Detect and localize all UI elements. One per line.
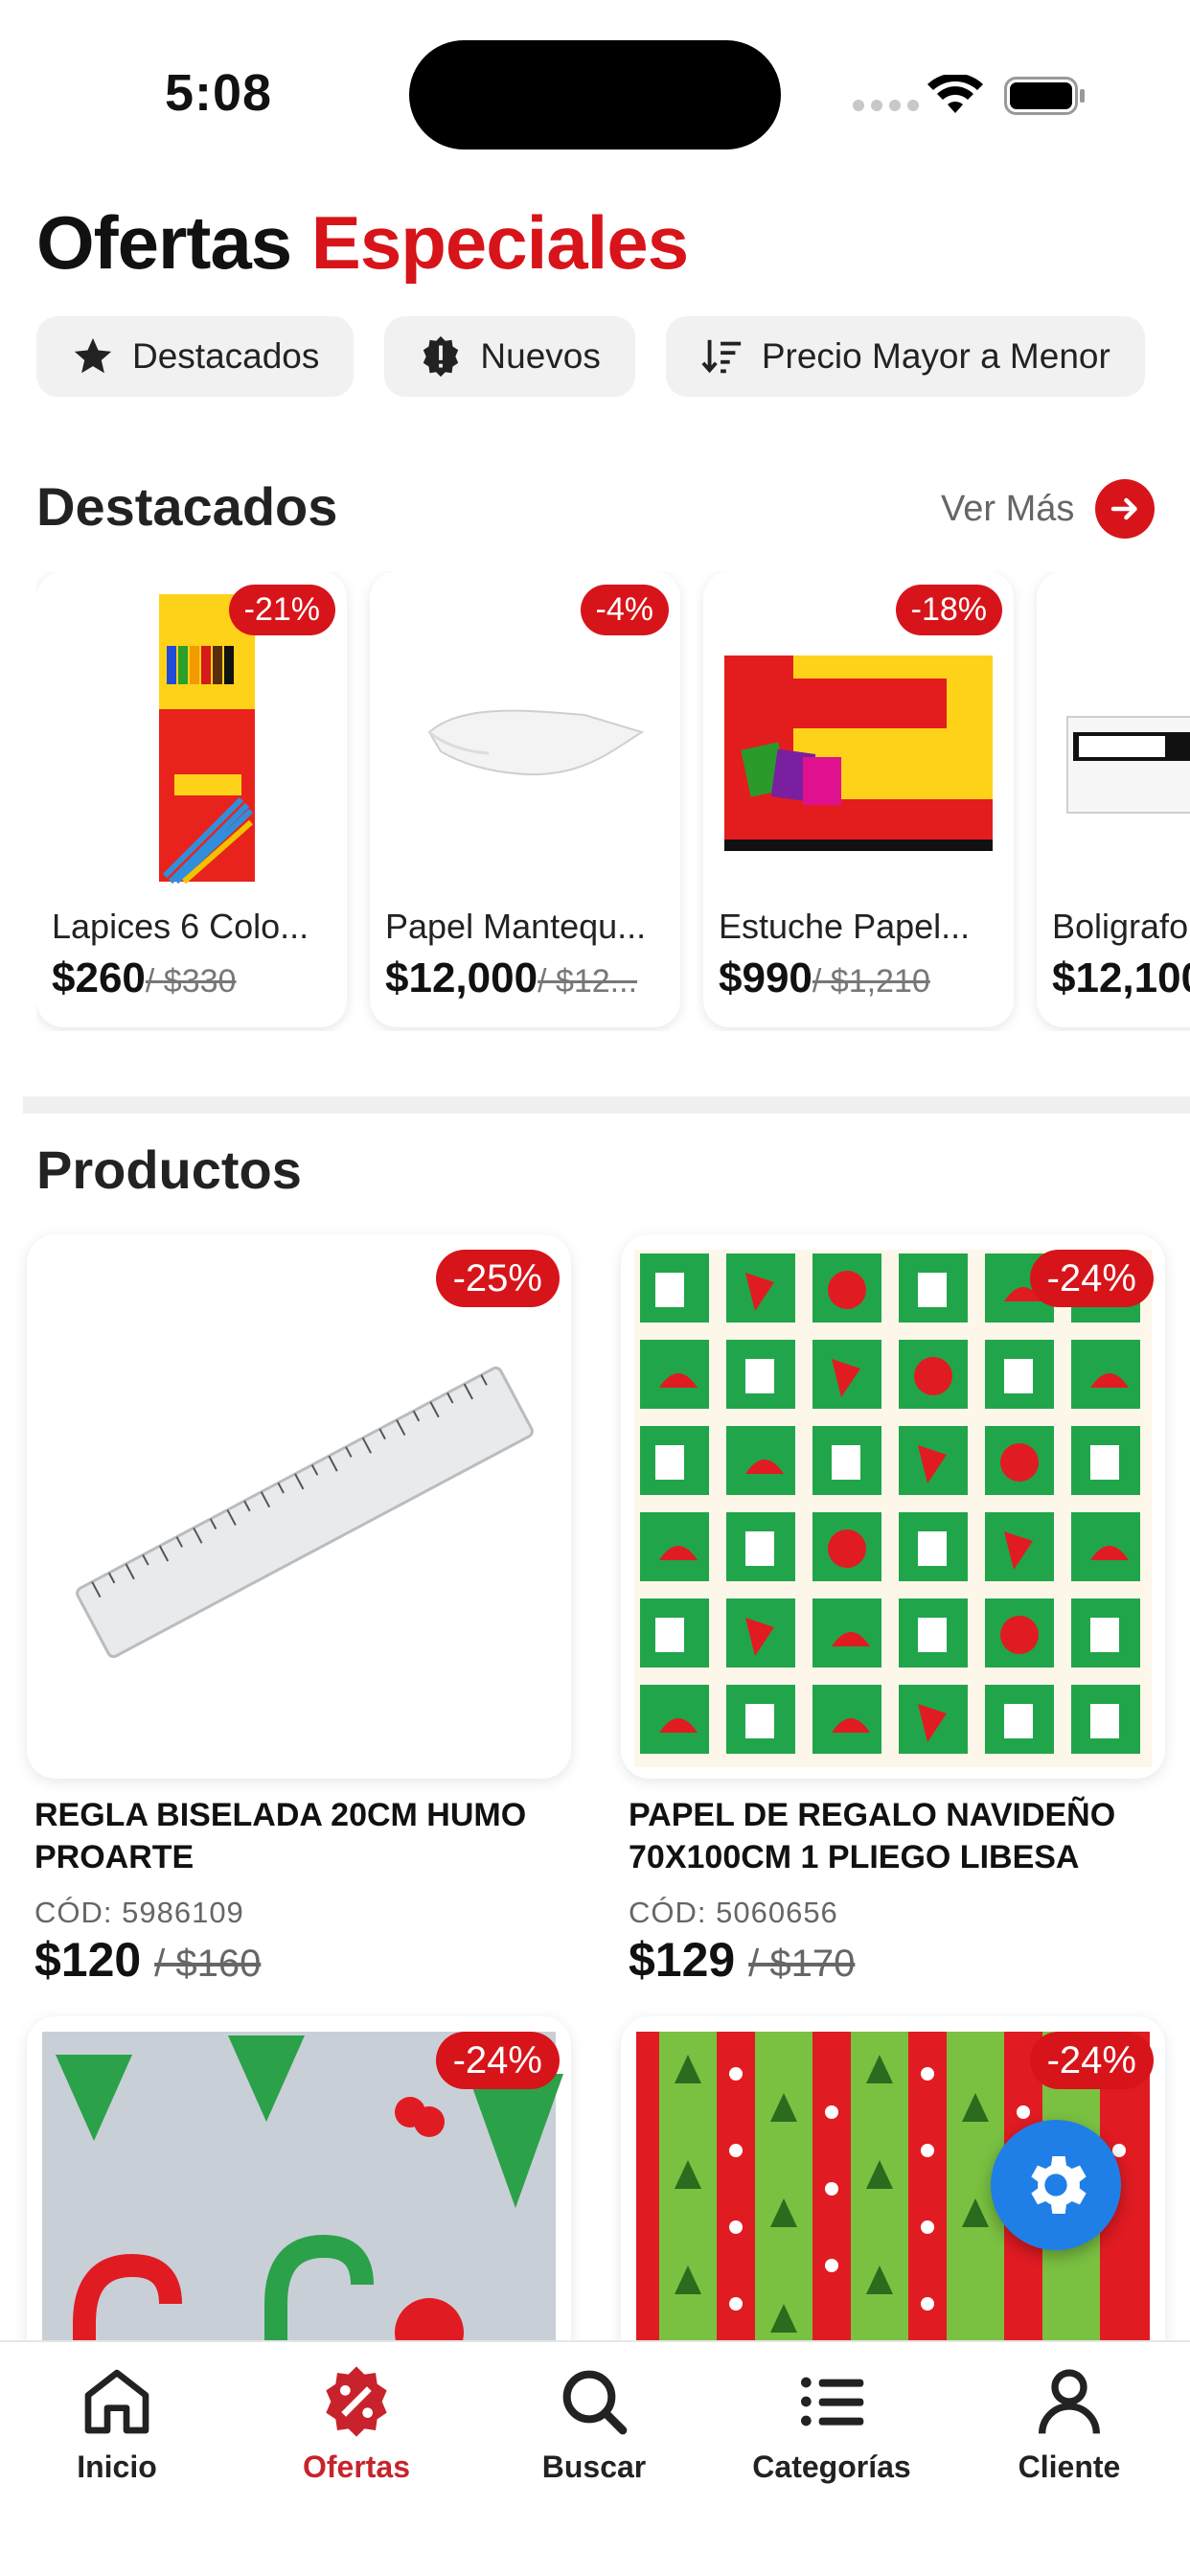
- page-title: Ofertas Especiales: [36, 199, 689, 287]
- product-name[interactable]: REGLA BISELADA 20CM HUMO PROARTE: [34, 1794, 579, 1878]
- product-code: CÓD: 5986109: [34, 1896, 244, 1929]
- filter-label: Precio Mayor a Menor: [761, 336, 1110, 376]
- cellular-signal-icon: [853, 100, 919, 111]
- discount-badge: -4%: [580, 585, 669, 636]
- filter-label: Nuevos: [480, 336, 601, 376]
- tab-inicio[interactable]: Inicio: [21, 2363, 213, 2485]
- page-title-main: Ofertas: [36, 200, 292, 285]
- tab-label: Cliente: [1018, 2450, 1121, 2484]
- star-icon: [74, 337, 112, 374]
- discount-badge: -24%: [1029, 1250, 1154, 1307]
- old-price: / $170: [748, 1943, 856, 1985]
- see-more-label: Ver Más: [941, 488, 1075, 529]
- list-icon: [801, 2377, 864, 2426]
- wifi-icon: [927, 75, 983, 113]
- status-time: 5:08: [165, 64, 273, 122]
- current-price: $990: [719, 954, 812, 1001]
- tab-label: Categorías: [752, 2450, 911, 2484]
- product-image: [1066, 716, 1190, 814]
- section-divider: [23, 1096, 1190, 1114]
- sort-desc-icon: [701, 339, 742, 374]
- product-price: $990/ $1,210: [719, 954, 1006, 1002]
- new-badge-icon: [423, 335, 459, 378]
- filter-precio-button[interactable]: Precio Mayor a Menor: [665, 316, 1145, 397]
- product-name: Lapices 6 Colo...: [52, 907, 309, 946]
- product-name: Boligrafo: [1052, 907, 1189, 946]
- products-section-title: Productos: [36, 1139, 302, 1200]
- tab-cliente[interactable]: Cliente: [973, 2363, 1165, 2485]
- filter-label: Destacados: [132, 336, 320, 376]
- discount-badge: -21%: [228, 585, 335, 636]
- tab-ofertas[interactable]: Ofertas: [261, 2363, 452, 2485]
- arrow-right-icon: [1095, 479, 1156, 539]
- featured-card[interactable]: Boligrafo $12,100: [1037, 571, 1190, 1027]
- dynamic-island: [409, 40, 781, 150]
- filter-chips: Destacados Nuevos Precio Mayor a Menor: [36, 316, 1145, 397]
- search-icon: [562, 2370, 628, 2435]
- user-icon: [1039, 2369, 1100, 2434]
- page-title-accent: Especiales: [310, 200, 689, 285]
- product-price: $12,000/ $12...: [385, 954, 673, 1002]
- old-price: / $330: [145, 963, 237, 1000]
- gear-icon: [1031, 2156, 1087, 2214]
- discount-badge: -18%: [895, 585, 1002, 636]
- product-code: CÓD: 5060656: [629, 1896, 838, 1929]
- product-image: [76, 1366, 534, 1659]
- featured-card[interactable]: -21% Lapices 6 Colo... $260/ $330: [36, 571, 347, 1027]
- old-price: / $160: [154, 1943, 262, 1985]
- bottom-tab-bar: Inicio Ofertas Buscar Categorías Cliente: [0, 2340, 1190, 2576]
- tab-label: Buscar: [541, 2450, 647, 2484]
- filter-nuevos-button[interactable]: Nuevos: [384, 316, 635, 397]
- old-price: / $1,210: [812, 963, 930, 1000]
- current-price: $120: [34, 1933, 142, 1987]
- featured-card[interactable]: -4% Papel Mantequ... $12,000/ $12...: [370, 571, 680, 1027]
- tab-buscar[interactable]: Buscar: [498, 2363, 690, 2485]
- product-image: [634, 1250, 1152, 1767]
- see-more-link[interactable]: Ver Más: [941, 479, 1156, 539]
- discount-icon: [326, 2366, 387, 2437]
- product-price: $129 / $170: [629, 1932, 855, 1988]
- tab-label: Ofertas: [302, 2450, 411, 2484]
- current-price: $12,000: [385, 954, 538, 1001]
- tab-categorias[interactable]: Categorías: [736, 2363, 927, 2485]
- current-price: $12,100: [1052, 954, 1190, 1001]
- product-price: $260/ $330: [52, 954, 339, 1002]
- tab-label: Inicio: [77, 2450, 157, 2484]
- current-price: $260: [52, 954, 146, 1001]
- status-bar: 5:08: [0, 0, 1190, 182]
- product-price: $120 / $160: [34, 1932, 261, 1988]
- product-name[interactable]: PAPEL DE REGALO NAVIDEÑO 70X100CM 1 PLIE…: [629, 1794, 1173, 1878]
- battery-icon: [1004, 77, 1085, 115]
- product-price: $12,100: [1052, 954, 1190, 1002]
- featured-carousel[interactable]: -21% Lapices 6 Colo... $260/ $330 -4% Pa…: [36, 571, 1190, 1031]
- product-name: Papel Mantequ...: [385, 907, 647, 946]
- old-price: / $12...: [538, 963, 638, 1000]
- discount-badge: -25%: [435, 1250, 560, 1307]
- product-name: Estuche Papel...: [719, 907, 971, 946]
- filter-destacados-button[interactable]: Destacados: [36, 316, 355, 397]
- product-card[interactable]: -25%: [27, 1234, 571, 1779]
- product-card[interactable]: -24%: [621, 1234, 1165, 1779]
- featured-card[interactable]: -18% Estuche Papel... $990/ $1,210: [703, 571, 1014, 1027]
- home-icon: [84, 2369, 149, 2434]
- settings-fab-button[interactable]: [991, 2120, 1121, 2250]
- discount-badge: -24%: [435, 2032, 560, 2089]
- current-price: $129: [629, 1933, 736, 1987]
- discount-badge: -24%: [1029, 2032, 1154, 2089]
- featured-section-title: Destacados: [36, 476, 338, 537]
